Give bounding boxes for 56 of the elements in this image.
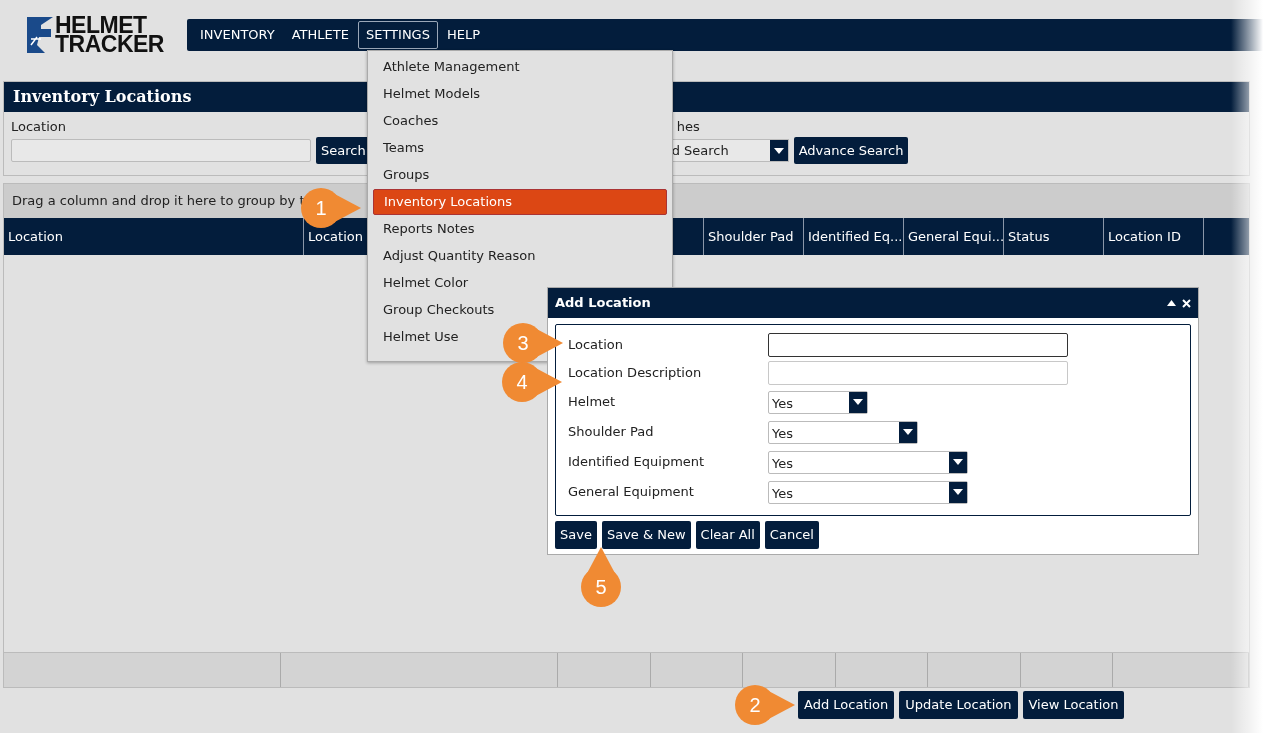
advance-search-button[interactable]: Advance Search	[793, 137, 909, 164]
field-label: General Equipment	[568, 483, 695, 502]
dialog-button[interactable]: Save	[555, 521, 597, 549]
menu-item[interactable]: Reports Notes	[373, 216, 667, 242]
field-label: Identified Equipment	[568, 453, 706, 472]
action-button[interactable]: View Location	[1022, 691, 1125, 719]
column-header[interactable]: General Equi...	[904, 218, 1004, 255]
nav-tab[interactable]: ATHLETE	[283, 21, 357, 49]
action-button[interactable]: Update Location	[899, 691, 1018, 719]
nav-tab[interactable]: HELP	[438, 21, 489, 49]
logo-text: HELMET	[55, 16, 147, 35]
yes-no-select[interactable]: Yes	[768, 480, 968, 504]
nav-tab[interactable]: INVENTORY	[192, 21, 283, 49]
close-icon[interactable]	[1182, 298, 1191, 308]
menu-item[interactable]: Inventory Locations	[373, 189, 667, 215]
menu-item[interactable]: Adjust Quantity Reason	[373, 243, 667, 269]
field-label: Location	[11, 119, 67, 135]
column-header[interactable]: Identified Eq...	[804, 218, 904, 255]
text-field[interactable]	[768, 333, 1068, 357]
dialog-button[interactable]: Save & New	[601, 521, 691, 549]
nav-tab[interactable]: SETTINGS	[357, 21, 438, 49]
yes-no-select[interactable]: Yes	[768, 420, 918, 444]
field-label: Shoulder Pad	[568, 423, 655, 442]
collapse-icon[interactable]	[1167, 300, 1176, 306]
column-header[interactable]: Location	[4, 218, 304, 255]
menu-item[interactable]: Helmet Color	[373, 270, 667, 296]
menu-item[interactable]: Teams	[373, 135, 667, 161]
menu-item[interactable]: Groups	[373, 162, 667, 188]
dropdown-caret-icon	[949, 481, 967, 503]
dropdown-caret-icon	[899, 421, 917, 443]
step-callout: 3	[503, 323, 563, 363]
dropdown-caret-icon	[849, 391, 867, 413]
location-search-field[interactable]	[11, 139, 311, 162]
helmet-logo-icon	[27, 17, 53, 53]
field-label: hes	[675, 119, 701, 135]
dropdown-caret-icon	[769, 140, 788, 161]
yes-no-select[interactable]: Yes	[768, 390, 868, 414]
action-button[interactable]: Add Location	[798, 691, 895, 719]
field-label: Helmet	[568, 393, 617, 412]
dropdown-caret-icon	[949, 451, 967, 473]
menu-item[interactable]: Helmet Models	[373, 81, 667, 107]
step-callout: 4	[502, 362, 562, 402]
search-select[interactable]: d Search	[670, 139, 789, 162]
step-callout: 5	[581, 547, 621, 607]
menu-item[interactable]: Athlete Management	[373, 54, 667, 80]
column-header[interactable]: Status	[1004, 218, 1104, 255]
column-header[interactable]: Shoulder Pad	[704, 218, 804, 255]
field-label: Location Description	[568, 364, 703, 383]
dialog-button[interactable]: Cancel	[764, 521, 819, 549]
step-callout: 2	[735, 685, 795, 725]
yes-no-select[interactable]: Yes	[768, 450, 968, 474]
dialog-button[interactable]: Clear All	[695, 521, 760, 549]
dialog-title: Add Location	[555, 294, 652, 313]
column-header[interactable]: Location ID	[1104, 218, 1204, 255]
logo-text: TRACKER	[55, 35, 164, 54]
field-label: Location	[568, 336, 624, 355]
